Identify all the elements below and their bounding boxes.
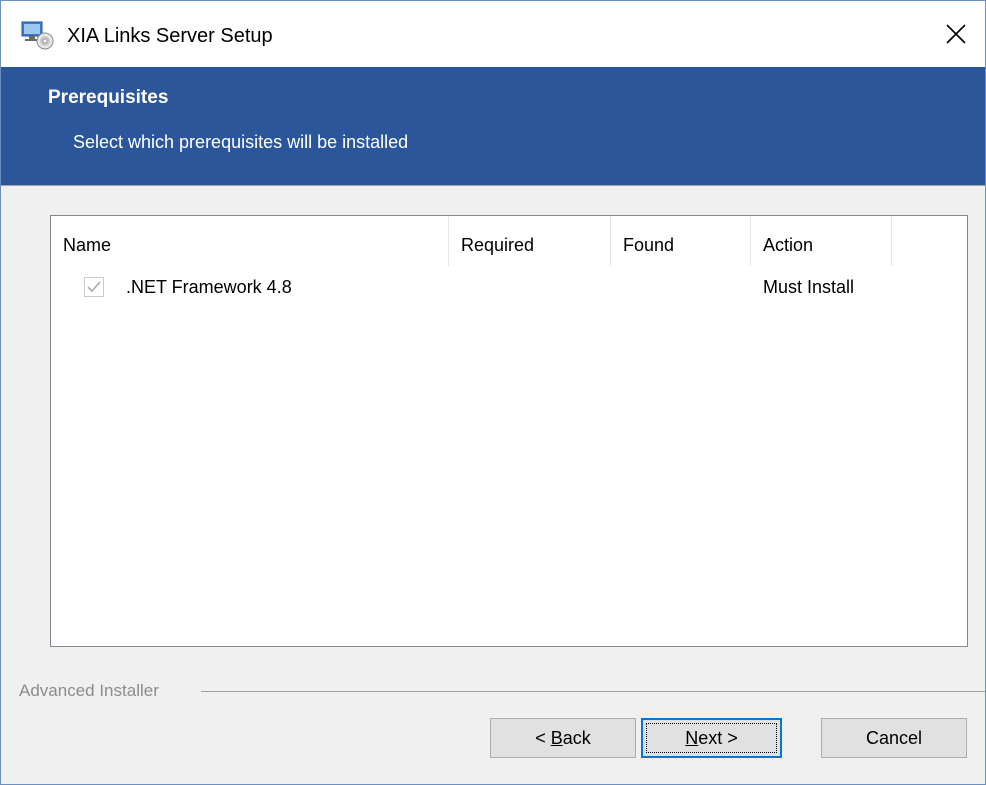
close-button[interactable] xyxy=(927,1,985,67)
window-title: XIA Links Server Setup xyxy=(67,25,273,47)
checkmark-icon xyxy=(87,281,101,293)
list-header: Name Required Found Action xyxy=(51,216,967,266)
branding-divider xyxy=(201,691,985,692)
back-button[interactable]: < Back xyxy=(490,718,636,758)
prerequisite-action: Must Install xyxy=(763,277,855,297)
installer-app-icon xyxy=(21,21,54,50)
column-header-action[interactable]: Action xyxy=(751,216,892,266)
page-title: Prerequisites xyxy=(48,87,169,108)
focus-ring xyxy=(646,723,777,753)
header-divider xyxy=(1,185,985,186)
cancel-button[interactable]: Cancel xyxy=(821,718,967,758)
prerequisites-list[interactable]: Name Required Found Action .NET Framewor… xyxy=(50,215,968,647)
column-header-name[interactable]: Name xyxy=(51,216,449,266)
page-subtitle: Select which prerequisites will be insta… xyxy=(73,132,409,152)
list-item[interactable]: .NET Framework 4.8 Must Install xyxy=(51,274,967,304)
next-button[interactable]: Next > xyxy=(641,718,782,758)
column-header-found[interactable]: Found xyxy=(611,216,751,266)
prerequisite-checkbox[interactable] xyxy=(84,277,104,297)
header-banner: Prerequisites Select which prerequisites… xyxy=(1,67,985,185)
prerequisite-name: .NET Framework 4.8 xyxy=(126,277,292,297)
close-icon xyxy=(946,24,966,44)
setup-window: XIA Links Server Setup Prerequisites Sel… xyxy=(0,0,986,785)
branding-line: Advanced Installer xyxy=(1,681,985,701)
column-header-required[interactable]: Required xyxy=(449,216,611,266)
branding-text: Advanced Installer xyxy=(19,681,167,701)
title-bar[interactable]: XIA Links Server Setup xyxy=(1,1,985,67)
